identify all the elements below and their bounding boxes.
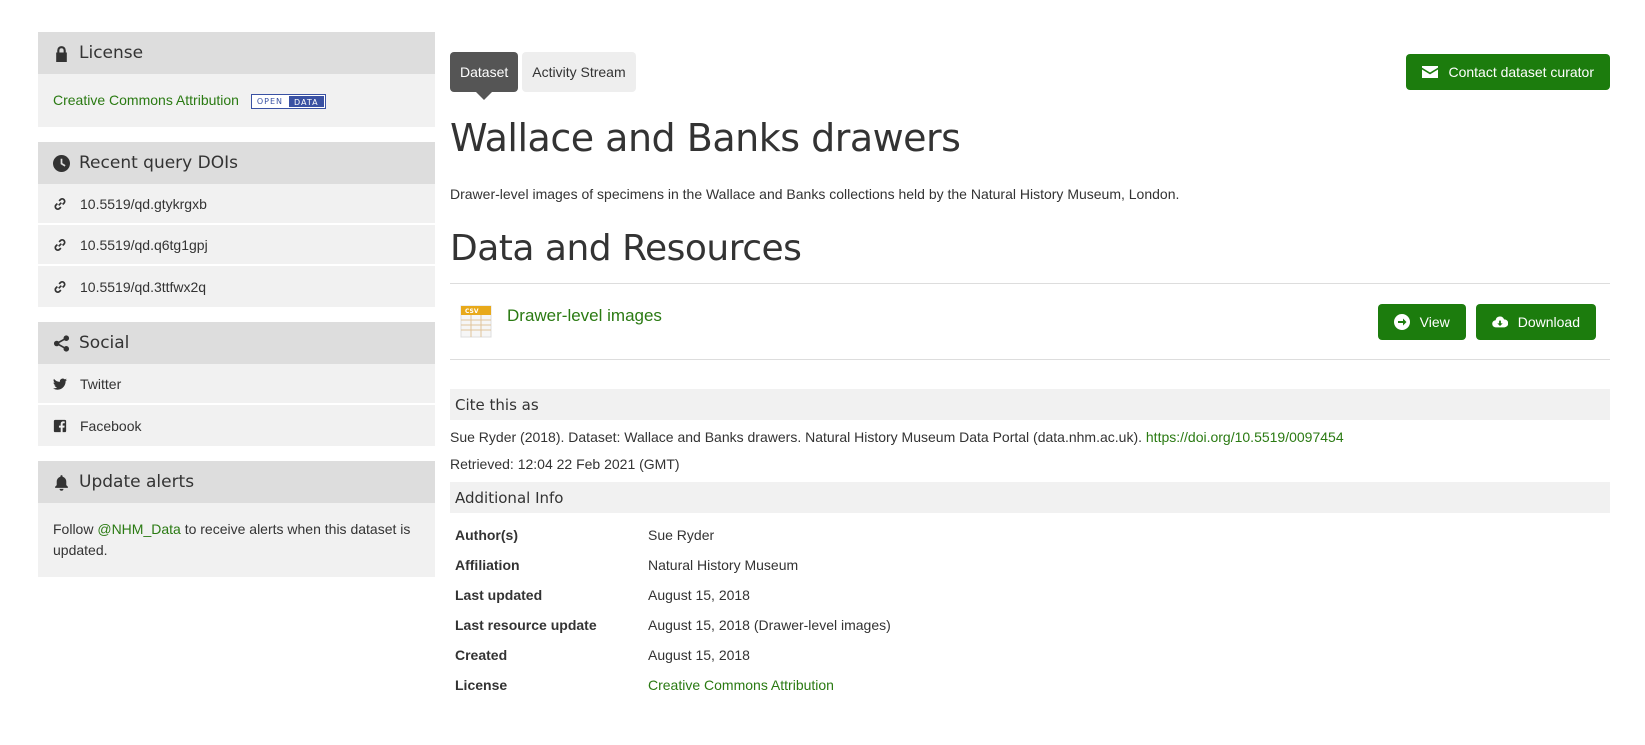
twitter-icon <box>53 378 67 390</box>
csv-file-icon: CSV <box>460 305 492 338</box>
twitter-label: Twitter <box>80 375 122 392</box>
info-value: August 15, 2018 <box>648 647 750 663</box>
info-row: Author(s) Sue Ryder <box>455 527 1610 557</box>
social-heading: Social <box>79 333 130 353</box>
resource-actions: View Download <box>1377 304 1596 340</box>
resource-item: CSV Drawer-level images View Download <box>450 283 1610 360</box>
contact-curator-label: Contact dataset curator <box>1448 64 1594 80</box>
info-value: Natural History Museum <box>648 557 799 573</box>
info-row: Affiliation Natural History Museum <box>455 557 1610 587</box>
dois-heading: Recent query DOIs <box>79 153 238 173</box>
doi-item[interactable]: 10.5519/qd.q6tg1gpj <box>38 225 435 266</box>
cloud-download-icon <box>1491 316 1508 328</box>
doi-link[interactable]: 10.5519/qd.3ttfwx2q <box>80 279 206 295</box>
info-value: August 15, 2018 <box>648 587 750 603</box>
info-key: Last updated <box>455 587 543 603</box>
info-row: Last updated August 15, 2018 <box>455 587 1610 617</box>
social-panel-header: Social <box>38 322 435 364</box>
license-panel: License Creative Commons Attribution OPE… <box>38 32 435 127</box>
additional-info-table: Author(s) Sue Ryder Affiliation Natural … <box>450 527 1610 707</box>
resource-link[interactable]: Drawer-level images <box>507 306 662 326</box>
page-title: Wallace and Banks drawers <box>450 116 961 160</box>
main-content: Dataset Activity Stream Contact dataset … <box>450 52 1610 707</box>
info-key: Last resource update <box>455 617 597 633</box>
facebook-label: Facebook <box>80 417 142 434</box>
license-panel-body: Creative Commons Attribution OPEN DATA <box>38 74 435 127</box>
info-key: Author(s) <box>455 527 518 543</box>
envelope-icon <box>1422 66 1439 78</box>
sidebar: License Creative Commons Attribution OPE… <box>38 32 435 592</box>
citation-text: Sue Ryder (2018). Dataset: Wallace and B… <box>450 429 1610 445</box>
open-data-badge-open: OPEN <box>251 94 289 108</box>
license-link[interactable]: Creative Commons Attribution <box>53 92 239 108</box>
social-panel: Social Twitter Facebook <box>38 322 435 446</box>
dois-panel-header: Recent query DOIs <box>38 142 435 184</box>
info-key: Affiliation <box>455 557 520 573</box>
facebook-link[interactable]: Facebook <box>38 405 435 446</box>
alerts-text-before: Follow <box>53 521 98 537</box>
tab-activity-stream[interactable]: Activity Stream <box>522 52 636 92</box>
download-label: Download <box>1517 314 1580 330</box>
bell-icon <box>55 474 68 491</box>
doi-item[interactable]: 10.5519/qd.3ttfwx2q <box>38 266 435 307</box>
nhm-data-handle-link[interactable]: @NHM_Data <box>97 521 180 537</box>
dois-panel: Recent query DOIs 10.5519/qd.gtykrgxb 10… <box>38 142 435 307</box>
share-icon <box>53 334 70 352</box>
twitter-link[interactable]: Twitter <box>38 364 435 405</box>
view-label: View <box>1419 314 1450 330</box>
doi-citation-link[interactable]: https://doi.org/10.5519/0097454 <box>1146 429 1344 445</box>
resources-heading: Data and Resources <box>450 228 802 269</box>
alerts-heading: Update alerts <box>79 472 195 492</box>
alerts-panel: Update alerts Follow @NHM_Data to receiv… <box>38 461 435 577</box>
info-key: Created <box>455 647 508 663</box>
contact-curator-button[interactable]: Contact dataset curator <box>1406 54 1610 90</box>
clock-icon <box>53 154 70 172</box>
license-panel-header: License <box>38 32 435 74</box>
license-heading: License <box>79 43 144 63</box>
info-value: Sue Ryder <box>648 527 715 543</box>
info-row: Created August 15, 2018 <box>455 647 1610 677</box>
link-icon <box>54 238 66 251</box>
arrow-right-circle-icon <box>1393 314 1410 330</box>
view-button[interactable]: View <box>1377 304 1466 340</box>
open-data-badge-data: DATA <box>288 94 325 108</box>
citation-body: Sue Ryder (2018). Dataset: Wallace and B… <box>450 429 1146 445</box>
link-icon <box>54 197 66 210</box>
social-list: Twitter Facebook <box>38 364 435 446</box>
additional-info-heading: Additional Info <box>450 482 1610 513</box>
doi-link[interactable]: 10.5519/qd.gtykrgxb <box>80 196 207 212</box>
open-data-badge[interactable]: OPEN DATA <box>250 93 326 109</box>
info-value: August 15, 2018 (Drawer-level images) <box>648 617 891 633</box>
facebook-icon <box>53 419 67 433</box>
link-icon <box>54 280 66 293</box>
info-row: License Creative Commons Attribution <box>455 677 1610 707</box>
license-info-link[interactable]: Creative Commons Attribution <box>648 677 834 707</box>
doi-link[interactable]: 10.5519/qd.q6tg1gpj <box>80 237 208 253</box>
info-row: Last resource update August 15, 2018 (Dr… <box>455 617 1610 647</box>
lock-icon <box>56 45 67 62</box>
dois-list: 10.5519/qd.gtykrgxb 10.5519/qd.q6tg1gpj … <box>38 184 435 307</box>
csv-icon-text: CSV <box>465 308 479 315</box>
tab-dataset[interactable]: Dataset <box>450 52 519 100</box>
dataset-description: Drawer-level images of specimens in the … <box>450 186 1180 202</box>
alerts-panel-header: Update alerts <box>38 461 435 503</box>
cite-heading: Cite this as <box>450 389 1610 420</box>
info-key: License <box>455 677 508 693</box>
alerts-panel-body: Follow @NHM_Data to receive alerts when … <box>38 503 435 577</box>
retrieved-timestamp: Retrieved: 12:04 22 Feb 2021 (GMT) <box>450 456 680 472</box>
doi-item[interactable]: 10.5519/qd.gtykrgxb <box>38 184 435 225</box>
download-button[interactable]: Download <box>1475 304 1596 340</box>
